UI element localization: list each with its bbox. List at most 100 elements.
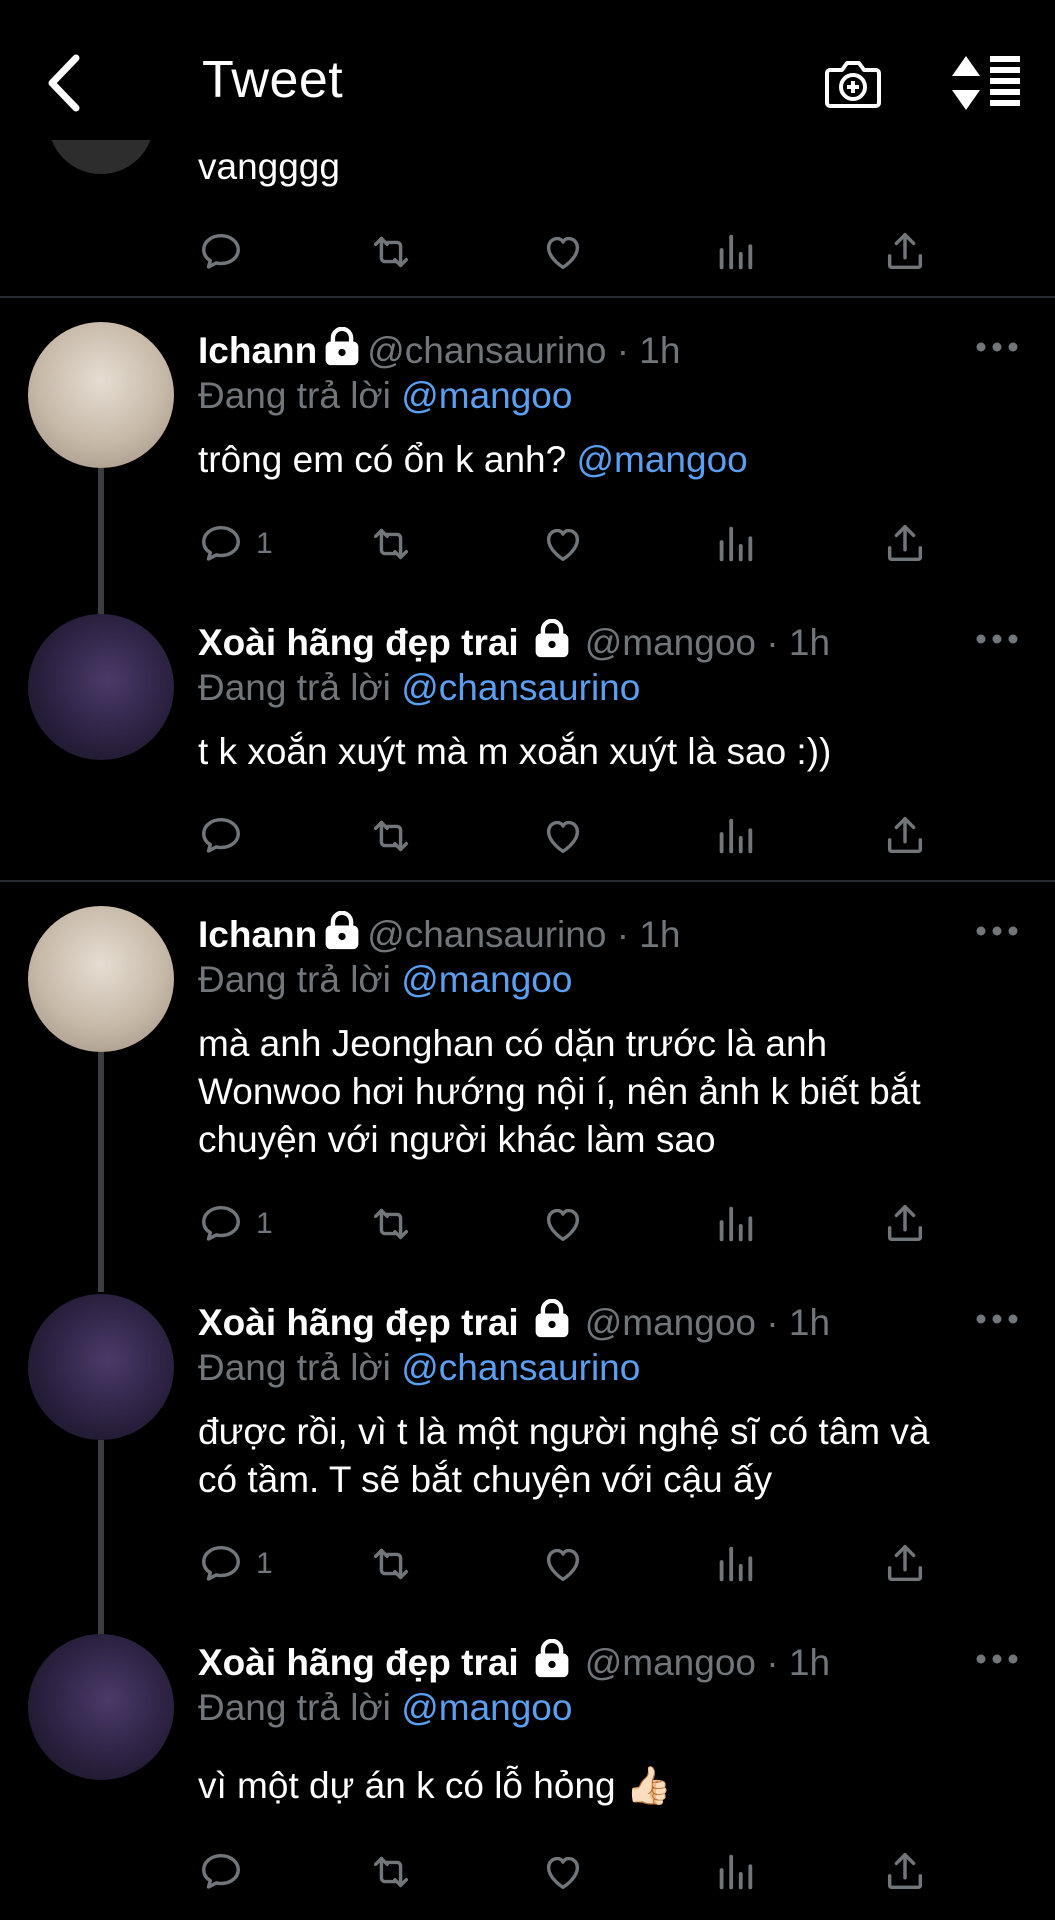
reply-icon [198,229,244,275]
timestamp[interactable]: 1h [639,330,680,371]
reply-button[interactable] [198,1844,244,1900]
mention-link[interactable]: @chansaurino [401,1347,640,1388]
reply-button[interactable] [198,224,244,280]
reply-icon [198,813,244,859]
reply-icon [198,1849,244,1895]
like-button[interactable] [540,1196,586,1252]
more-icon[interactable] [975,340,1019,354]
thread-line [98,1052,104,1292]
retweet-button[interactable] [368,1536,414,1592]
lock-icon [323,327,361,367]
share-button[interactable] [882,1196,928,1252]
retweet-button[interactable] [368,808,414,864]
avatar[interactable] [28,1294,174,1440]
views-button[interactable] [712,224,758,280]
mention-link[interactable]: @mangoo [401,1687,572,1728]
reply-button[interactable]: 1 [198,1196,273,1252]
handle[interactable]: @mangoo [585,1302,756,1343]
share-icon [882,1201,928,1247]
timestamp[interactable]: 1h [789,1642,830,1683]
heart-icon [540,1541,586,1587]
retweet-button[interactable] [368,516,414,572]
top-bar-background [0,0,1055,140]
more-icon[interactable] [975,1312,1019,1326]
views-button[interactable] [712,808,758,864]
share-button[interactable] [882,224,928,280]
mention-link[interactable]: @mangoo [401,959,572,1000]
retweet-button[interactable] [368,1844,414,1900]
more-icon[interactable] [975,632,1019,646]
reply-icon [198,1201,244,1247]
share-icon [882,1541,928,1587]
retweet-button[interactable] [368,1196,414,1252]
like-button[interactable] [540,224,586,280]
replying-to: Đang trả lời @mangoo [198,373,572,419]
display-name[interactable]: Ichann [198,914,317,955]
bar-chart-icon [712,1849,758,1895]
share-button[interactable] [882,516,928,572]
tweet-actions: 1 [198,1536,958,1592]
display-name[interactable]: Xoài hãng đẹp trai [198,622,519,663]
replying-to-label: Đang trả lời [198,667,391,708]
avatar[interactable] [28,322,174,468]
timestamp[interactable]: 1h [789,1302,830,1343]
share-icon [882,229,928,275]
mention-link[interactable]: @chansaurino [401,667,640,708]
like-button[interactable] [540,1844,586,1900]
replying-to: Đang trả lời @mangoo [198,957,572,1003]
mention-link[interactable]: @mangoo [401,375,572,416]
views-button[interactable] [712,1196,758,1252]
back-icon[interactable] [40,50,90,116]
timeline: vangggg Ichann @chansaurino · 1h Đang trả… [0,0,1055,1920]
views-button[interactable] [712,516,758,572]
lock-icon [533,619,571,659]
handle[interactable]: @mangoo [585,622,756,663]
retweet-icon [368,1849,414,1895]
bar-chart-icon [712,813,758,859]
share-button[interactable] [882,808,928,864]
reply-button[interactable]: 1 [198,1536,273,1592]
sort-icon[interactable] [948,52,1024,114]
retweet-button[interactable] [368,224,414,280]
camera-add-icon[interactable] [822,52,884,114]
tweet-text-line: có tầm. T sẽ bắt chuyện với cậu ấy [198,1459,773,1500]
tweet-meta: Ichann @chansaurino · 1h [198,911,680,957]
display-name[interactable]: Xoài hãng đẹp trai [198,1302,519,1343]
reply-count: 1 [256,527,273,560]
tweet-text-content: trông em có ổn k anh? [198,439,567,480]
like-button[interactable] [540,808,586,864]
avatar[interactable] [28,1634,174,1780]
display-name[interactable]: Ichann [198,330,317,371]
handle[interactable]: @chansaurino [367,330,606,371]
share-button[interactable] [882,1536,928,1592]
replying-to-label: Đang trả lời [198,1347,391,1388]
tweet-meta: Xoài hãng đẹp trai @mangoo · 1h [198,1299,830,1345]
timestamp[interactable]: 1h [789,622,830,663]
tweet-text-line: được rồi, vì t là một người nghệ sĩ có t… [198,1411,930,1452]
lock-icon [533,1299,571,1339]
separator-dot: · [766,1642,779,1683]
views-button[interactable] [712,1844,758,1900]
avatar[interactable] [28,614,174,760]
retweet-icon [368,1541,414,1587]
handle[interactable]: @chansaurino [367,914,606,955]
timestamp[interactable]: 1h [639,914,680,955]
share-button[interactable] [882,1844,928,1900]
like-button[interactable] [540,1536,586,1592]
handle[interactable]: @mangoo [585,1642,756,1683]
tweet-text-line: chuyện với người khác làm sao [198,1119,716,1160]
mention-link[interactable]: @mangoo [576,439,747,480]
views-button[interactable] [712,1536,758,1592]
display-name[interactable]: Xoài hãng đẹp trai [198,1642,519,1683]
more-icon[interactable] [975,924,1019,938]
share-icon [882,1849,928,1895]
avatar[interactable] [28,906,174,1052]
top-bar: Tweet [0,0,1055,140]
bar-chart-icon [712,1541,758,1587]
like-button[interactable] [540,516,586,572]
more-icon[interactable] [975,1652,1019,1666]
reply-button[interactable] [198,808,244,864]
reply-count: 1 [256,1207,273,1240]
reply-button[interactable]: 1 [198,516,273,572]
tweet-text-line: mà anh Jeonghan có dặn trước là anh [198,1023,828,1064]
